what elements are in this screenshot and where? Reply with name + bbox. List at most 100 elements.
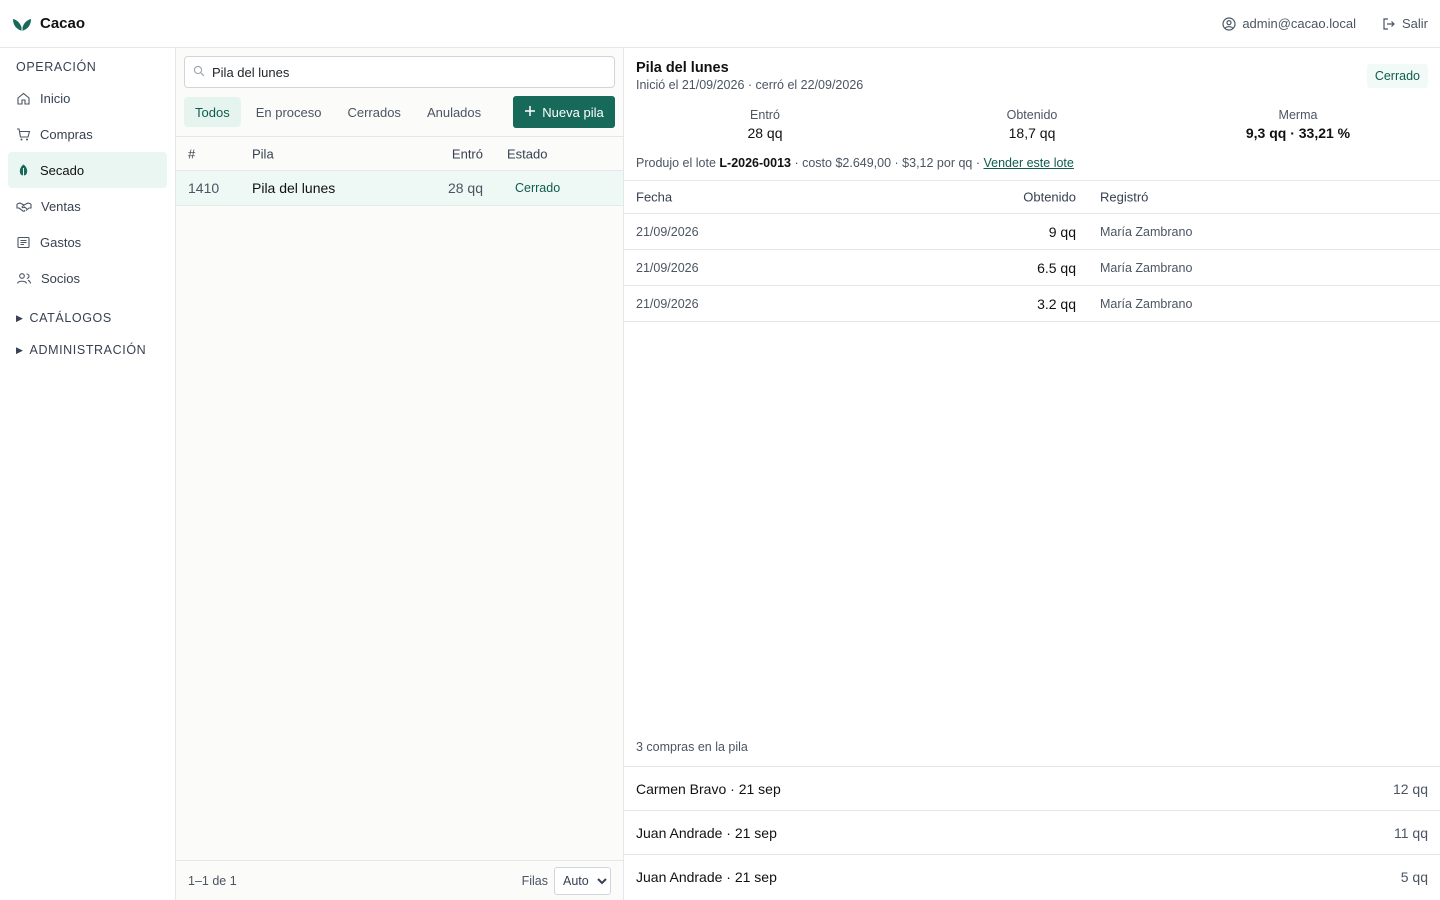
detail-title: Pila del lunes xyxy=(636,60,729,76)
column-header-in[interactable]: Entró xyxy=(452,146,483,161)
logout-icon xyxy=(1382,17,1396,31)
list-item[interactable]: Juan Andrade · 21 sep 11 qq xyxy=(624,810,1440,854)
purchase-qty: 11 qq xyxy=(1394,824,1428,841)
row-qty: 9 qq xyxy=(1048,223,1076,240)
list-header: # Pila Entró Estado xyxy=(176,136,623,171)
logout-label: Salir xyxy=(1401,16,1428,31)
user-email: admin@cacao.local xyxy=(1242,16,1356,31)
sidebar-item-gastos[interactable]: Gastos xyxy=(8,224,167,260)
tab-todos[interactable]: Todos xyxy=(184,97,241,127)
logout-button[interactable]: Salir xyxy=(1382,16,1428,31)
lot-code: L-2026-0013 xyxy=(719,156,791,170)
rows-label: Filas xyxy=(521,873,548,888)
sidebar-item-compras[interactable]: Compras xyxy=(8,116,167,152)
status-badge: Cerrado xyxy=(515,181,561,195)
sidebar-group-administracion[interactable]: ▶ ADMINISTRACIÓN xyxy=(8,334,167,366)
detail-subtitle: Inició el 21/09/2026 · cerró el 22/09/20… xyxy=(636,78,864,92)
row-qty: 6.5 qq xyxy=(1037,259,1076,276)
row-by: María Zambrano xyxy=(1100,296,1193,311)
section-heading-operacion: OPERACIÓN xyxy=(16,60,97,74)
handshake-icon xyxy=(16,199,32,214)
stat-value: 9,3 qq · 33,21 % xyxy=(1245,125,1351,141)
purchases-count: 3 compras en la pila xyxy=(636,740,748,754)
row-date: 21/09/2026 xyxy=(636,296,699,311)
sidebar-item-ventas[interactable]: Ventas xyxy=(8,188,167,224)
stat-label: Merma xyxy=(1278,108,1318,122)
receipt-icon xyxy=(16,235,31,250)
row-id: 1410 xyxy=(188,180,220,196)
sidebar-item-label: Gastos xyxy=(40,234,82,250)
row-in: 28 qq xyxy=(447,180,483,196)
row-date: 21/09/2026 xyxy=(636,260,699,275)
lot-cost: · costo $2.649,00 · $3,12 por qq · xyxy=(794,156,981,170)
column-header-state[interactable]: Estado xyxy=(507,146,547,161)
sidebar-group-label: ADMINISTRACIÓN xyxy=(29,343,147,357)
row-qty: 3.2 qq xyxy=(1037,295,1076,312)
sell-lot-link[interactable]: Vender este lote xyxy=(984,156,1074,170)
list-footer: 1–1 de 1 Filas Auto xyxy=(176,860,623,900)
row-by: María Zambrano xyxy=(1100,260,1193,275)
user-menu[interactable]: admin@cacao.local xyxy=(1222,16,1356,31)
purchase-name: Juan Andrade · 21 sep xyxy=(636,824,777,841)
status-badge: Cerrado xyxy=(1366,64,1428,88)
pagination-range: 1–1 de 1 xyxy=(188,873,237,888)
batch-detail-pane: Pila del lunes Inició el 21/09/2026 · ce… xyxy=(624,48,1440,900)
stat-value: 18,7 qq xyxy=(1008,125,1056,141)
purchase-name: Juan Andrade · 21 sep xyxy=(636,868,777,885)
rows-per-page-select[interactable]: Auto xyxy=(554,866,611,895)
sidebar-item-secado[interactable]: Secado xyxy=(8,152,167,188)
cart-icon xyxy=(16,127,31,142)
search-box[interactable] xyxy=(184,56,615,88)
brand[interactable]: Cacao xyxy=(12,15,85,32)
plus-icon xyxy=(524,105,536,120)
row-date: 21/09/2026 xyxy=(636,224,699,239)
table-row[interactable]: 1410 Pila del lunes 28 qq Cerrado xyxy=(176,171,623,206)
sidebar-item-inicio[interactable]: Inicio xyxy=(8,80,167,116)
column-header-id[interactable]: # xyxy=(188,146,195,161)
table-row: 21/09/2026 9 qq María Zambrano xyxy=(624,214,1440,250)
sidebar-item-label: Socios xyxy=(41,270,81,286)
purchase-qty: 5 qq xyxy=(1400,868,1428,885)
sidebar-item-label: Compras xyxy=(40,126,93,142)
tab-en-proceso[interactable]: En proceso xyxy=(245,97,333,127)
stat-label: Entró xyxy=(750,108,780,122)
leaves-logo-icon xyxy=(12,16,32,32)
sidebar-group-catalogos[interactable]: ▶ CATÁLOGOS xyxy=(8,302,167,334)
stat-obtenido: Obtenido 18,7 qq xyxy=(932,108,1132,141)
tab-cerrados[interactable]: Cerrados xyxy=(336,97,411,127)
purchases-list: Carmen Bravo · 21 sep 12 qq Juan Andrade… xyxy=(624,766,1440,898)
search-input[interactable] xyxy=(212,64,592,80)
sidebar-group-label: CATÁLOGOS xyxy=(29,311,112,325)
purchase-qty: 12 qq xyxy=(1392,780,1428,797)
status-tabs: Todos En proceso Cerrados Anulados xyxy=(184,97,492,127)
tab-anulados[interactable]: Anulados xyxy=(416,97,492,127)
home-icon xyxy=(16,91,31,106)
stat-merma: Merma 9,3 qq · 33,21 % xyxy=(1198,108,1398,141)
users-icon xyxy=(16,271,32,286)
batch-list-pane: Todos En proceso Cerrados Anulados Nueva… xyxy=(176,48,624,900)
column-header-name[interactable]: Pila xyxy=(252,146,274,161)
sidebar-item-label: Inicio xyxy=(40,90,71,106)
stat-value: 28 qq xyxy=(747,125,783,141)
yield-table-header: Fecha Obtenido Registró xyxy=(624,180,1440,214)
sidebar-item-label: Ventas xyxy=(41,198,81,214)
sidebar-item-label: Secado xyxy=(40,162,85,178)
row-name: Pila del lunes xyxy=(252,180,336,196)
new-batch-label: Nueva pila xyxy=(542,104,604,120)
list-item[interactable]: Carmen Bravo · 21 sep 12 qq xyxy=(624,766,1440,810)
column-header-by: Registró xyxy=(1100,189,1149,205)
stat-entro: Entró 28 qq xyxy=(665,108,865,141)
sidebar: OPERACIÓN Inicio Compras Secado Ventas G… xyxy=(0,48,176,900)
top-bar: Cacao admin@cacao.local Salir xyxy=(0,0,1440,48)
row-by: María Zambrano xyxy=(1100,224,1193,239)
search-icon xyxy=(193,65,205,80)
sidebar-item-socios[interactable]: Socios xyxy=(8,260,167,296)
table-row: 21/09/2026 6.5 qq María Zambrano xyxy=(624,250,1440,286)
list-item[interactable]: Juan Andrade · 21 sep 5 qq xyxy=(624,854,1440,898)
new-batch-button[interactable]: Nueva pila xyxy=(513,96,615,128)
purchase-name: Carmen Bravo · 21 sep xyxy=(636,780,781,797)
table-row: 21/09/2026 3.2 qq María Zambrano xyxy=(624,286,1440,322)
yield-table: Fecha Obtenido Registró 21/09/2026 9 qq … xyxy=(624,180,1440,322)
column-header-date: Fecha xyxy=(636,189,673,205)
caret-right-icon: ▶ xyxy=(16,344,24,355)
